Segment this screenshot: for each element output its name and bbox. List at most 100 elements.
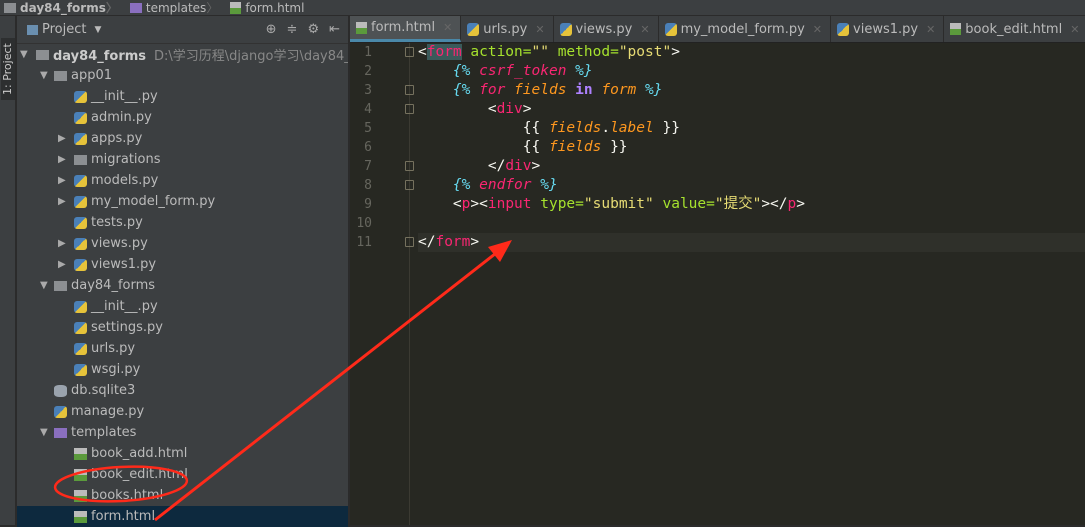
collapse-all-icon[interactable]: ≑: [287, 22, 298, 37]
code-token: >: [522, 101, 532, 117]
python-file-icon: [74, 321, 87, 334]
code-token: <: [418, 101, 497, 117]
python-file-icon: [837, 22, 850, 36]
close-icon[interactable]: ✕: [813, 23, 822, 36]
tree-item-label: templates: [71, 425, 136, 440]
collapsed-arrow-icon[interactable]: ▶: [58, 133, 66, 144]
tree-item[interactable]: ▶ my_model_form.py: [17, 191, 348, 212]
collapsed-arrow-icon[interactable]: ▶: [58, 175, 66, 186]
python-file-icon: [54, 405, 67, 418]
tree-item-name: tests.py: [91, 215, 143, 230]
tree-item[interactable]: ▼ day84_forms: [17, 275, 348, 296]
tree-item[interactable]: __init__.py: [17, 296, 348, 317]
collapsed-arrow-icon[interactable]: ▶: [58, 259, 66, 270]
code-token: %}: [636, 82, 663, 98]
code-token: form: [601, 82, 637, 98]
close-icon[interactable]: ✕: [1070, 23, 1079, 36]
tree-item[interactable]: book_edit.html: [17, 464, 348, 485]
tree-item-label: wsgi.py: [91, 362, 140, 377]
fold-marker-icon[interactable]: [405, 237, 414, 247]
tree-item-label: manage.py: [71, 404, 144, 419]
gear-icon[interactable]: ⚙: [307, 22, 319, 37]
code-line: {% endfor %}: [418, 176, 558, 195]
code-line: {% csrf_token %}: [418, 62, 593, 81]
tree-item[interactable]: db.sqlite3: [17, 380, 348, 401]
code-token: "submit": [583, 196, 654, 212]
tree-item-name: __init__.py: [91, 299, 158, 314]
tab-urls-py[interactable]: urls.py ✕: [461, 16, 554, 42]
breadcrumb-item[interactable]: templates 〉: [126, 0, 226, 16]
code-token: %}: [540, 177, 558, 193]
close-icon[interactable]: ✕: [443, 21, 452, 34]
locate-icon[interactable]: ⊕: [266, 22, 277, 37]
tree-item[interactable]: admin.py: [17, 107, 348, 128]
tree-item-name: manage.py: [71, 404, 145, 419]
code-token: "": [531, 44, 549, 60]
close-icon[interactable]: ✕: [926, 23, 935, 36]
collapsed-arrow-icon[interactable]: ▶: [58, 196, 66, 207]
tree-item[interactable]: settings.py: [17, 317, 348, 338]
fold-marker-icon[interactable]: [405, 47, 414, 57]
tool-window-strip: 1: Project: [0, 16, 16, 525]
tree-item-label: form.html: [91, 509, 155, 524]
code-token: form: [426, 44, 462, 60]
breadcrumb-item[interactable]: form.html: [226, 1, 310, 15]
tree-item[interactable]: manage.py: [17, 401, 348, 422]
line-number: 2: [364, 64, 372, 79]
tree-item[interactable]: ▼ templates: [17, 422, 348, 443]
tree-item[interactable]: ▶ views.py: [17, 233, 348, 254]
code-editor[interactable]: 1 2 3 4 5 6 7 8 9 10 11 <form action="" method="po…: [350, 43, 1085, 525]
tree-item[interactable]: __init__.py: [17, 86, 348, 107]
close-icon[interactable]: ✕: [535, 23, 544, 36]
tree-item[interactable]: ▼ day84_forms D:\学习历程\django学习\day84_forms: [17, 44, 388, 65]
tree-item-label: __init__.py: [91, 89, 158, 104]
tree-item[interactable]: form.html: [17, 506, 348, 527]
line-number: 10: [356, 216, 372, 231]
html-file-icon: [74, 468, 87, 481]
chevron-down-icon[interactable]: ▼: [94, 25, 101, 35]
tree-item[interactable]: ▶ migrations: [17, 149, 348, 170]
project-view-icon: [27, 24, 38, 35]
collapsed-arrow-icon[interactable]: ▶: [58, 238, 66, 249]
tree-item[interactable]: tests.py: [17, 212, 348, 233]
python-file-icon: [74, 300, 87, 313]
hide-panel-icon[interactable]: ⇤: [329, 22, 340, 37]
python-file-icon: [74, 90, 87, 103]
tree-item[interactable]: ▶ views1.py: [17, 254, 348, 275]
expanded-arrow-icon[interactable]: ▼: [40, 427, 48, 438]
tree-item[interactable]: ▶ apps.py: [17, 128, 348, 149]
tab-label: book_edit.html: [965, 21, 1063, 37]
tab-views1-py[interactable]: views1.py ✕: [831, 16, 945, 42]
fold-marker-icon[interactable]: [405, 180, 414, 190]
tree-item[interactable]: ▼ app01: [17, 65, 348, 86]
collapsed-arrow-icon[interactable]: ▶: [58, 154, 66, 165]
expanded-arrow-icon[interactable]: ▼: [40, 70, 48, 81]
breadcrumb-item[interactable]: day84_forms 〉: [0, 0, 126, 16]
tree-item[interactable]: book_add.html: [17, 443, 348, 464]
line-number: 8: [364, 178, 372, 193]
tree-item[interactable]: urls.py: [17, 338, 348, 359]
line-number: 7: [364, 159, 372, 174]
code-token: action=: [461, 44, 532, 60]
tab-my_model_form-py[interactable]: my_model_form.py ✕: [659, 16, 832, 42]
tree-item[interactable]: ▶ models.py: [17, 170, 348, 191]
code-token: for: [470, 82, 515, 98]
expanded-arrow-icon[interactable]: ▼: [40, 280, 48, 291]
tab-views-py[interactable]: views.py ✕: [554, 16, 659, 42]
fold-marker-icon[interactable]: [405, 85, 414, 95]
tab-label: views.py: [575, 21, 633, 37]
tree-item[interactable]: books.html: [17, 485, 348, 506]
project-tool-window-button[interactable]: 1: Project: [1, 38, 15, 100]
tree-item[interactable]: wsgi.py: [17, 359, 348, 380]
code-token: {{: [418, 139, 549, 155]
fold-marker-icon[interactable]: [405, 161, 414, 171]
code-token: >: [671, 44, 680, 60]
code-line: {{ fields.label }}: [418, 119, 680, 138]
expanded-arrow-icon[interactable]: ▼: [20, 49, 28, 60]
project-view-selector[interactable]: Project: [42, 22, 86, 37]
code-token: .: [601, 120, 611, 136]
fold-marker-icon[interactable]: [405, 104, 414, 114]
tab-form-html[interactable]: form.html ✕: [350, 16, 462, 42]
tab-book_edit-html[interactable]: book_edit.html ✕: [944, 16, 1085, 42]
close-icon[interactable]: ✕: [640, 23, 649, 36]
